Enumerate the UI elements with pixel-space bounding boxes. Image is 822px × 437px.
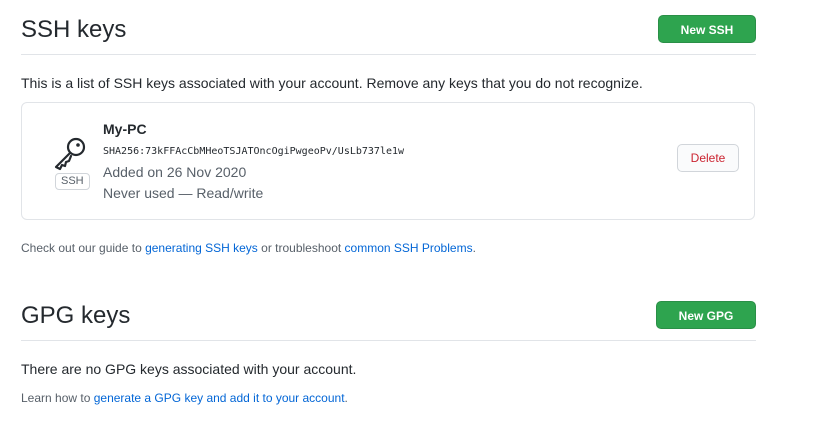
ssh-description: This is a list of SSH keys associated wi…: [21, 75, 643, 91]
gpg-empty-text: There are no GPG keys associated with yo…: [21, 361, 357, 377]
ssh-key-item: SSH My-PC SHA256:73kFFAcCbMHeoTSJATOncOg…: [21, 102, 755, 220]
new-ssh-key-button[interactable]: New SSH key: [658, 15, 756, 65]
ssh-help-prefix: Check out our guide to: [21, 241, 146, 255]
ssh-help-middle: or troubleshoot: [257, 241, 345, 255]
ssh-key-fingerprint: SHA256:73kFFAcCbMHeoTSJATOncOgiPwgeoPv/U…: [103, 146, 405, 157]
generating-ssh-keys-link[interactable]: generating SSH keys: [145, 241, 258, 255]
new-gpg-key-button[interactable]: New GPG key: [656, 301, 756, 351]
ssh-help-suffix: .: [472, 241, 476, 255]
delete-ssh-key-button[interactable]: Delete: [677, 144, 739, 172]
ssh-key-added-date: Added on 26 Nov 2020: [103, 164, 247, 180]
ssh-key-name: My-PC: [103, 121, 147, 137]
gpg-help-text: Learn how to generate a GPG key and add …: [21, 391, 348, 405]
ssh-heading-divider: [21, 54, 756, 55]
ssh-help-text: Check out our guide to generating SSH ke…: [21, 241, 476, 255]
gpg-help-prefix: Learn how to: [21, 391, 94, 405]
common-ssh-problems-link[interactable]: common SSH Problems: [345, 241, 473, 255]
generate-gpg-key-link[interactable]: generate a GPG key and add it to your ac…: [94, 391, 345, 405]
gpg-heading-divider: [21, 340, 756, 341]
gpg-help-suffix: .: [344, 391, 348, 405]
ssh-key-usage: Never used — Read/write: [103, 185, 264, 201]
ssh-keys-heading: SSH keys: [21, 16, 127, 43]
ssh-type-badge: SSH: [55, 173, 90, 190]
key-icon: [54, 137, 86, 171]
gpg-keys-heading: GPG keys: [21, 302, 131, 329]
